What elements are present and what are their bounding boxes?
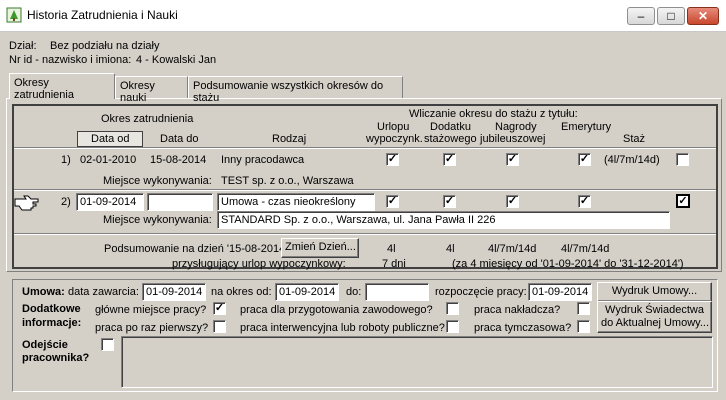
header-award-1: Nagrody	[495, 121, 537, 133]
row-1-number: 1)	[61, 154, 71, 166]
period-to-label: do:	[346, 286, 362, 298]
header-employment-period: Okres zatrudnienia	[101, 113, 194, 125]
tab-seniority-summary[interactable]: Podsumowanie wszystkich okresów do stażu	[188, 76, 403, 104]
header-award-2: jubileuszowej	[480, 133, 546, 145]
conclusion-date-label: data zawarcia:	[68, 286, 139, 298]
row-1-date-from: 02-01-2010	[80, 154, 137, 166]
first-time-label: praca po raz pierwszy?	[95, 322, 209, 334]
row-1-place-label: Miejsce wykonywania:	[103, 175, 212, 187]
pointing-hand-icon	[14, 195, 39, 211]
header-leave-1: Urlopu	[377, 121, 410, 133]
divider	[14, 233, 716, 235]
row-2-type-input[interactable]: Umowa - czas nieokreślony	[217, 193, 375, 211]
print-contract-button[interactable]: Wydruk Umowy...	[597, 282, 712, 302]
additional-info-label-1: Dodatkowe	[22, 303, 81, 315]
vacation-label: przysługujący urlop wypoczynkowy:	[172, 258, 346, 270]
print-certificate-label-1: Wydruk Świadectwa	[605, 304, 704, 316]
divider	[14, 147, 716, 149]
row-1-pension-checkbox[interactable]: ✓	[578, 153, 591, 166]
header-type: Rodzaj	[272, 133, 307, 145]
additional-info-label-2: informacje:	[22, 317, 82, 329]
row-2-seniority-checkbox[interactable]: ✓	[676, 194, 690, 208]
department-value: Bez podziału na działy	[50, 40, 160, 52]
row-1-date-to: 15-08-2014	[150, 154, 207, 166]
header-pension: Emerytury	[561, 121, 612, 133]
summary-award: 4l/7m/14d	[488, 243, 537, 255]
print-certificate-button[interactable]: Wydruk Świadectwa do Aktualnej Umowy...	[597, 301, 712, 333]
leaving-notes-area[interactable]	[121, 336, 713, 388]
row-1-award-checkbox[interactable]: ✓	[506, 153, 519, 166]
overseer-checkbox[interactable]	[577, 302, 590, 315]
maximize-button[interactable]: □	[657, 7, 685, 25]
header-leave-2: wypoczynk.	[366, 133, 423, 145]
employee-id-label: Nr id - nazwisko i imiona:	[9, 54, 132, 66]
work-start-label: rozpoczęcie pracy:	[435, 286, 527, 298]
employee-id-value: 4 - Kowalski Jan	[136, 54, 217, 66]
row-2-award-checkbox[interactable]: ✓	[506, 195, 519, 208]
contract-label: Umowa:	[22, 286, 65, 298]
tab-label: Okresy zatrudnienia	[14, 77, 74, 101]
department-label: Dział:	[9, 40, 37, 52]
header-date-from: Data od	[91, 133, 130, 145]
intervention-checkbox[interactable]	[446, 320, 459, 333]
overseer-label: praca nakładcza?	[474, 304, 561, 316]
conclusion-date-input[interactable]: 01-09-2014	[142, 283, 206, 301]
row-1-place: TEST sp. z o.o., Warszawa	[221, 175, 354, 187]
summary-pension: 4l/7m/14d	[561, 243, 610, 255]
work-start-input[interactable]: 01-09-2014	[528, 283, 592, 301]
main-workplace-label: główne miejsce pracy?	[95, 304, 207, 316]
leaving-label-1: Odejście	[22, 339, 68, 351]
print-certificate-label-2: do Aktualnej Umowy...	[601, 317, 710, 329]
maximize-icon: □	[667, 9, 675, 23]
row-2-place-label: Miejsce wykonywania:	[103, 214, 212, 226]
header-counting-group: Wliczanie okresu do stażu z tytułu:	[409, 108, 578, 120]
row-1-type: Inny pracodawca	[221, 154, 305, 166]
window-title: Historia Zatrudnienia i Nauki	[27, 8, 178, 22]
vacation-note: (za 4 miesięcy od '01-09-2014' do '31-12…	[452, 258, 684, 270]
title-bar: Historia Zatrudnienia i Nauki – □ ✕	[0, 0, 726, 32]
leaving-checkbox[interactable]	[101, 338, 114, 351]
vacation-days: 7 dni	[382, 258, 406, 270]
change-day-button[interactable]: Zmień Dzień...	[281, 238, 359, 258]
row-2-pension-checkbox[interactable]: ✓	[578, 195, 591, 208]
tab-education-periods[interactable]: Okresy nauki	[115, 76, 188, 104]
vocational-label: praca dla przygotowania zawodowego?	[240, 304, 433, 316]
header-bonus-1: Dodatku	[430, 121, 471, 133]
row-1-leave-checkbox[interactable]: ✓	[386, 153, 399, 166]
close-icon: ✕	[697, 9, 709, 23]
summary-leave: 4l	[387, 243, 396, 255]
main-workplace-checkbox[interactable]: ✓	[213, 302, 226, 315]
row-2-number: 2)	[61, 196, 71, 208]
row-1-seniority-checkbox[interactable]	[676, 153, 689, 166]
row-2-date-to-input[interactable]	[147, 193, 213, 211]
minimize-button[interactable]: –	[627, 7, 655, 25]
row-2-leave-checkbox[interactable]: ✓	[386, 195, 399, 208]
row-2-date-from-input[interactable]: 01-09-2014	[76, 193, 144, 211]
period-from-input[interactable]: 01-09-2014	[275, 283, 339, 301]
row-2-place-input[interactable]: STANDARD Sp. z o.o., Warszawa, ul. Jana …	[217, 211, 670, 229]
first-time-checkbox[interactable]	[213, 320, 226, 333]
temporary-checkbox[interactable]	[577, 320, 590, 333]
row-1-bonus-checkbox[interactable]: ✓	[443, 153, 456, 166]
close-button[interactable]: ✕	[687, 7, 719, 25]
divider	[14, 189, 716, 191]
minimize-icon: –	[637, 9, 645, 23]
header-seniority: Staż	[623, 133, 646, 145]
row-1-seniority: (4l/7m/14d)	[604, 154, 660, 166]
tree-icon	[6, 7, 22, 23]
period-to-input[interactable]	[365, 283, 429, 301]
period-from-label: na okres od:	[211, 286, 272, 298]
tab-employment-periods[interactable]: Okresy zatrudnienia	[9, 73, 115, 101]
temporary-label: praca tymczasowa?	[474, 322, 572, 334]
summary-label: Podsumowanie na dzień '15-08-2014'	[104, 243, 288, 255]
row-2-bonus-checkbox[interactable]: ✓	[443, 195, 456, 208]
sort-date-from-header[interactable]: Data od	[77, 131, 143, 147]
header-bonus-2: stażowego	[424, 133, 477, 145]
vocational-checkbox[interactable]	[446, 302, 459, 315]
leaving-label-2: pracownika?	[22, 352, 90, 364]
header-date-to: Data do	[160, 133, 199, 145]
intervention-label: praca interwencyjna lub roboty publiczne…	[240, 322, 445, 334]
summary-bonus: 4l	[446, 243, 455, 255]
